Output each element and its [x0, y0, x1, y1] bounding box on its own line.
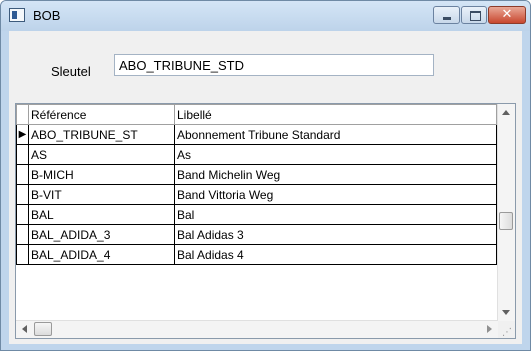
close-icon: ✕ [501, 6, 513, 21]
cell-reference[interactable]: BAL_ADIDA_4 [28, 244, 175, 265]
cell-libelle[interactable]: Bal Adidas 3 [174, 224, 497, 245]
maximize-button[interactable] [461, 6, 487, 24]
window-title: BOB [33, 8, 61, 23]
minimize-button[interactable] [433, 6, 460, 24]
vertical-scroll-thumb[interactable] [499, 212, 513, 230]
data-grid[interactable]: Référence Libellé ▶ ABO_TRIBUNE_ST Abonnem… [15, 103, 516, 339]
table-row[interactable]: BAL_ADIDA_4 Bal Adidas 4 [16, 244, 497, 265]
title-bar[interactable]: BOB ✕ [1, 1, 530, 31]
column-header-reference[interactable]: Référence [28, 104, 175, 125]
row-indicator-icon[interactable]: ▶ [16, 124, 29, 145]
table-row[interactable]: ▶ ABO_TRIBUNE_ST Abonnement Tribune Standa… [16, 124, 497, 145]
client-area: Sleutel Référence Libellé ▶ABO_TRIBUNE_S… [9, 31, 522, 344]
table-row[interactable]: B-MICH Band Michelin Weg [16, 164, 497, 185]
sleutel-label: Sleutel [51, 64, 91, 79]
table-row[interactable]: AS As [16, 144, 497, 165]
row-indicator-header [16, 104, 29, 125]
row-indicator-icon[interactable] [16, 144, 29, 165]
cell-libelle[interactable]: Band Vittoria Weg [174, 184, 497, 205]
row-indicator-icon[interactable] [16, 184, 29, 205]
cell-libelle[interactable]: Bal [174, 204, 497, 225]
scroll-down-icon[interactable] [502, 310, 510, 315]
cell-reference[interactable]: BAL_ADIDA_3 [28, 224, 175, 245]
table-row[interactable]: BAL Bal [16, 204, 497, 225]
size-grip-icon[interactable] [498, 321, 515, 338]
row-indicator-icon[interactable] [16, 204, 29, 225]
cell-reference[interactable]: B-VIT [28, 184, 175, 205]
cell-reference[interactable]: ABO_TRIBUNE_ST [28, 124, 175, 145]
grid-header-row: Référence Libellé [16, 104, 497, 125]
main-window: BOB ✕ Sleutel Référence Libellé ▶ABO_TRI… [0, 0, 531, 351]
scroll-right-icon[interactable] [487, 325, 492, 333]
cell-reference[interactable]: BAL [28, 204, 175, 225]
grid-table: Référence Libellé ▶ ABO_TRIBUNE_ST Abonnem… [16, 104, 497, 265]
app-icon [9, 8, 25, 22]
table-row[interactable]: BAL_ADIDA_3 Bal Adidas 3 [16, 224, 497, 245]
scroll-left-icon[interactable] [22, 325, 27, 333]
table-row[interactable]: B-VIT Band Vittoria Weg [16, 184, 497, 205]
row-indicator-icon[interactable] [16, 244, 29, 265]
row-indicator-icon[interactable] [16, 164, 29, 185]
scroll-up-icon[interactable] [502, 110, 510, 115]
horizontal-scroll-thumb[interactable] [34, 322, 52, 336]
cell-libelle[interactable]: As [174, 144, 497, 165]
horizontal-scrollbar[interactable] [16, 320, 498, 338]
vertical-scrollbar[interactable] [497, 104, 515, 321]
cell-libelle[interactable]: Band Michelin Weg [174, 164, 497, 185]
column-header-libelle[interactable]: Libellé [174, 104, 497, 125]
row-indicator-icon[interactable] [16, 224, 29, 245]
close-button[interactable]: ✕ [488, 6, 526, 24]
cell-libelle[interactable]: Bal Adidas 4 [174, 244, 497, 265]
cell-reference[interactable]: B-MICH [28, 164, 175, 185]
cell-reference[interactable]: AS [28, 144, 175, 165]
cell-libelle[interactable]: Abonnement Tribune Standard [174, 124, 497, 145]
key-input[interactable] [114, 54, 434, 76]
